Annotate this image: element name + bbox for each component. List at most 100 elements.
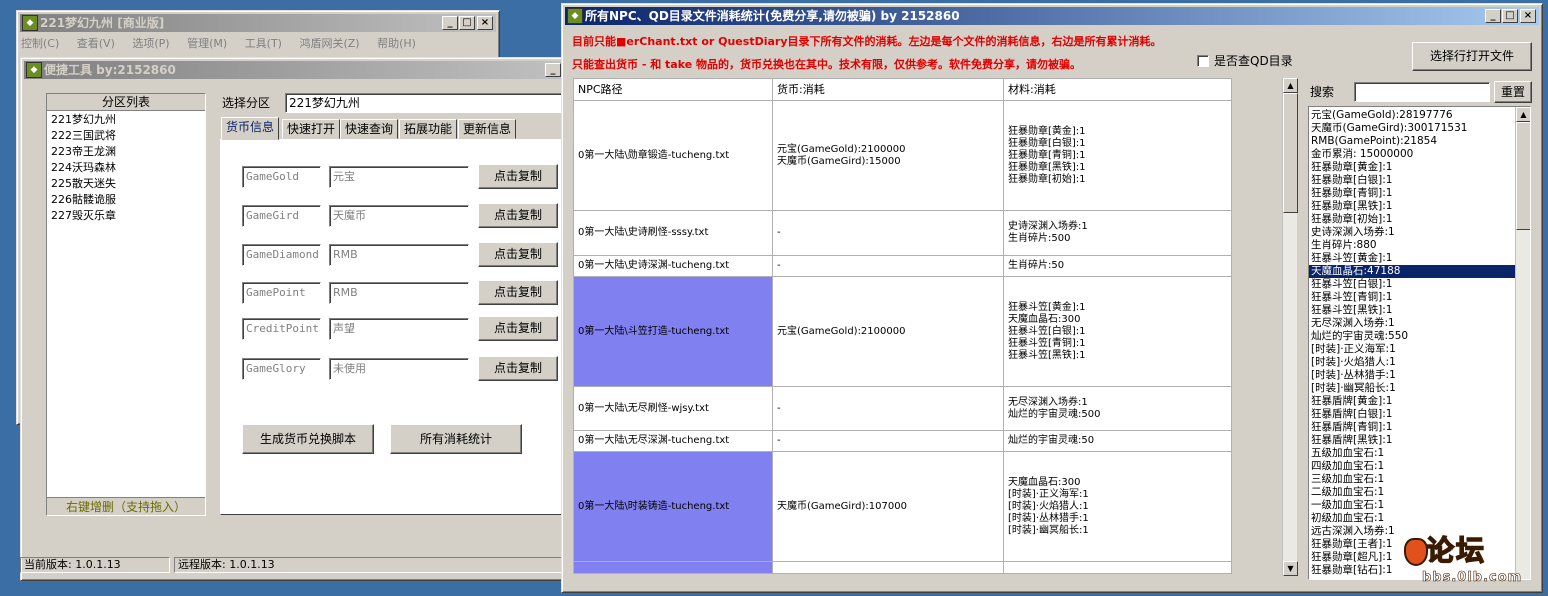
currency-name-field[interactable]: RMB [329, 244, 469, 266]
list-item[interactable]: 狂暴盾牌[青铜]:1 [1309, 421, 1515, 434]
table-row[interactable]: 0第一大陆\勋章锻造-tucheng.txt 元宝(GameGold):2100… [573, 100, 1232, 211]
copy-button[interactable]: 点击复制 [478, 242, 558, 267]
reset-button[interactable]: 重置 [1494, 81, 1532, 103]
totals-scroll-up-arrow-icon[interactable]: ▲ [1516, 107, 1530, 122]
menu-gateway[interactable]: 鸿盾网关(Z) [299, 37, 359, 50]
list-item[interactable]: 五级加血宝石:1 [1309, 447, 1515, 460]
menu-control[interactable]: 控制(C) [21, 37, 59, 50]
stats-maximize-button[interactable]: □ [1502, 9, 1518, 23]
list-item[interactable]: 生肖碎片:880 [1309, 239, 1515, 252]
currency-code-field[interactable]: GamePoint [242, 282, 321, 304]
table-row[interactable] [573, 561, 1232, 574]
table-row[interactable]: 0第一大陆\史诗深渊-tucheng.txt - 生肖碎片:50 [573, 255, 1232, 277]
all-stats-button[interactable]: 所有消耗统计 [390, 424, 522, 454]
stats-close-button[interactable]: × [1520, 9, 1536, 23]
list-item[interactable]: 狂暴勋章[黑铁]:1 [1309, 200, 1515, 213]
list-item[interactable]: 狂暴勋章[初始]:1 [1309, 213, 1515, 226]
currency-name-field[interactable]: 未使用 [329, 358, 469, 380]
list-item[interactable]: 222三国武将 [47, 128, 205, 144]
list-item[interactable]: 一级加血宝石:1 [1309, 499, 1515, 512]
col-header-currency[interactable]: 货币:消耗 [772, 78, 1004, 101]
generate-script-button[interactable]: 生成货币兑换脚本 [242, 424, 374, 454]
currency-code-field[interactable]: GameGlory [242, 358, 321, 380]
list-item[interactable]: 狂暴斗笠[青铜]:1 [1309, 291, 1515, 304]
currency-code-field[interactable]: GameGold [242, 166, 321, 188]
list-item[interactable]: [时装]·幽冥船长:1 [1309, 382, 1515, 395]
copy-button[interactable]: 点击复制 [478, 280, 558, 305]
check-qd-label[interactable]: 是否查QD目录 [1214, 53, 1293, 69]
list-item[interactable]: [时装]·火焰猎人:1 [1309, 356, 1515, 369]
col-header-materials[interactable]: 材料:消耗 [1003, 78, 1232, 101]
tab-quick-query[interactable]: 快速查询 [340, 119, 399, 139]
copy-button[interactable]: 点击复制 [478, 164, 558, 189]
list-item[interactable]: [时装]·正义海军:1 [1309, 343, 1515, 356]
copy-button[interactable]: 点击复制 [478, 356, 558, 381]
table-row[interactable]: 0第一大陆\时装铸造-tucheng.txt 天魔币(GameGird):107… [573, 451, 1232, 562]
totals-scrollbar[interactable]: ▲ [1515, 107, 1530, 579]
list-item[interactable]: 天魔币(GameGird):300171531 [1309, 122, 1515, 135]
table-scrollbar[interactable]: ▲ ▼ [1282, 78, 1298, 576]
list-item[interactable]: RMB(GamePoint):21854 [1309, 135, 1515, 148]
scroll-up-arrow-icon[interactable]: ▲ [1283, 78, 1298, 93]
list-item[interactable]: 狂暴斗笠[白银]:1 [1309, 278, 1515, 291]
list-item[interactable]: 四级加血宝石:1 [1309, 460, 1515, 473]
select-zone-combo[interactable]: 221梦幻九州 [285, 93, 563, 113]
list-item[interactable]: 狂暴勋章[白银]:1 [1309, 174, 1515, 187]
menu-view[interactable]: 查看(V) [77, 37, 115, 50]
search-input[interactable] [1354, 82, 1490, 102]
menu-tools[interactable]: 工具(T) [245, 37, 282, 50]
tab-update-info[interactable]: 更新信息 [458, 119, 517, 139]
maximize-button[interactable]: □ [459, 16, 475, 30]
list-item[interactable]: 元宝(GameGold):28197776 [1309, 109, 1515, 122]
scroll-down-arrow-icon[interactable]: ▼ [1283, 561, 1298, 576]
list-item[interactable]: 221梦幻九州 [47, 112, 205, 128]
totals-scroll-thumb[interactable] [1516, 122, 1530, 230]
list-item[interactable]: 三级加血宝石:1 [1309, 473, 1515, 486]
menu-options[interactable]: 选项(P) [132, 37, 169, 50]
table-row[interactable]: 0第一大陆\无尽刷怪-wjsy.txt - 无尽深渊入场券:1 灿烂的宇宙灵魂:5… [573, 386, 1232, 431]
list-item[interactable]: 无尽深渊入场券:1 [1309, 317, 1515, 330]
list-item[interactable]: 狂暴盾牌[黑铁]:1 [1309, 434, 1515, 447]
currency-name-field[interactable]: RMB [329, 282, 469, 304]
list-item[interactable]: 224沃玛森林 [47, 160, 205, 176]
tab-quick-open[interactable]: 快速打开 [282, 119, 341, 139]
tab-extensions[interactable]: 拓展功能 [399, 119, 458, 139]
list-item[interactable]: 狂暴勋章[青铜]:1 [1309, 187, 1515, 200]
scroll-thumb[interactable] [1283, 93, 1298, 213]
close-button[interactable]: × [477, 16, 493, 30]
table-row[interactable]: 0第一大陆\史诗刷怪-sssy.txt - 史诗深渊入场券:1 生肖碎片:500 [573, 210, 1232, 256]
list-item[interactable]: [时装]·丛林猎手:1 [1309, 369, 1515, 382]
currency-name-field[interactable]: 天魔币 [329, 205, 469, 227]
table-row[interactable]: 0第一大陆\无尽深渊-tucheng.txt - 灿烂的宇宙灵魂:50 [573, 430, 1232, 452]
tool-window-titlebar[interactable]: ◆ 便捷工具 by:2152860 _ [24, 61, 564, 79]
minimize-button[interactable]: _ [442, 16, 458, 30]
list-item[interactable]: 狂暴勋章[黄金]:1 [1309, 161, 1515, 174]
list-item[interactable]: 226骷髅诡服 [47, 192, 205, 208]
main-window-titlebar[interactable]: ◆ 221梦幻九州 [商业版] _ □ × [20, 14, 496, 32]
list-item[interactable]: 灿烂的宇宙灵魂:550 [1309, 330, 1515, 343]
stats-minimize-button[interactable]: _ [1485, 9, 1501, 23]
list-item[interactable]: 狂暴斗笠[黑铁]:1 [1309, 304, 1515, 317]
currency-name-field[interactable]: 元宝 [329, 166, 469, 188]
list-item[interactable]: 225散天迷失 [47, 176, 205, 192]
tab-currency-info[interactable]: 货币信息 [221, 117, 280, 140]
list-item[interactable]: 史诗深渊入场券:1 [1309, 226, 1515, 239]
menu-help[interactable]: 帮助(H) [377, 37, 416, 50]
list-item[interactable]: 狂暴盾牌[白银]:1 [1309, 408, 1515, 421]
list-item-selected[interactable]: 天魔血晶石:47188 [1309, 265, 1515, 278]
list-item[interactable]: 狂暴盾牌[黄金]:1 [1309, 395, 1515, 408]
tool-minimize-button[interactable]: _ [545, 63, 561, 77]
list-item[interactable]: 223帝王龙渊 [47, 144, 205, 160]
check-qd-checkbox[interactable] [1197, 55, 1209, 67]
open-file-button[interactable]: 选择行打开文件 [1412, 42, 1532, 71]
currency-code-field[interactable]: GameDiamond [242, 244, 321, 266]
list-item[interactable]: 初级加血宝石:1 [1309, 512, 1515, 525]
col-header-path[interactable]: NPC路径 [573, 78, 773, 101]
currency-code-field[interactable]: CreditPoint [242, 318, 321, 340]
table-row[interactable]: 0第一大陆\斗笠打造-tucheng.txt 元宝(GameGold):2100… [573, 276, 1232, 387]
menu-manage[interactable]: 管理(M) [187, 37, 227, 50]
list-item[interactable]: 二级加血宝石:1 [1309, 486, 1515, 499]
copy-button[interactable]: 点击复制 [478, 203, 558, 228]
copy-button[interactable]: 点击复制 [478, 316, 558, 341]
currency-name-field[interactable]: 声望 [329, 318, 469, 340]
